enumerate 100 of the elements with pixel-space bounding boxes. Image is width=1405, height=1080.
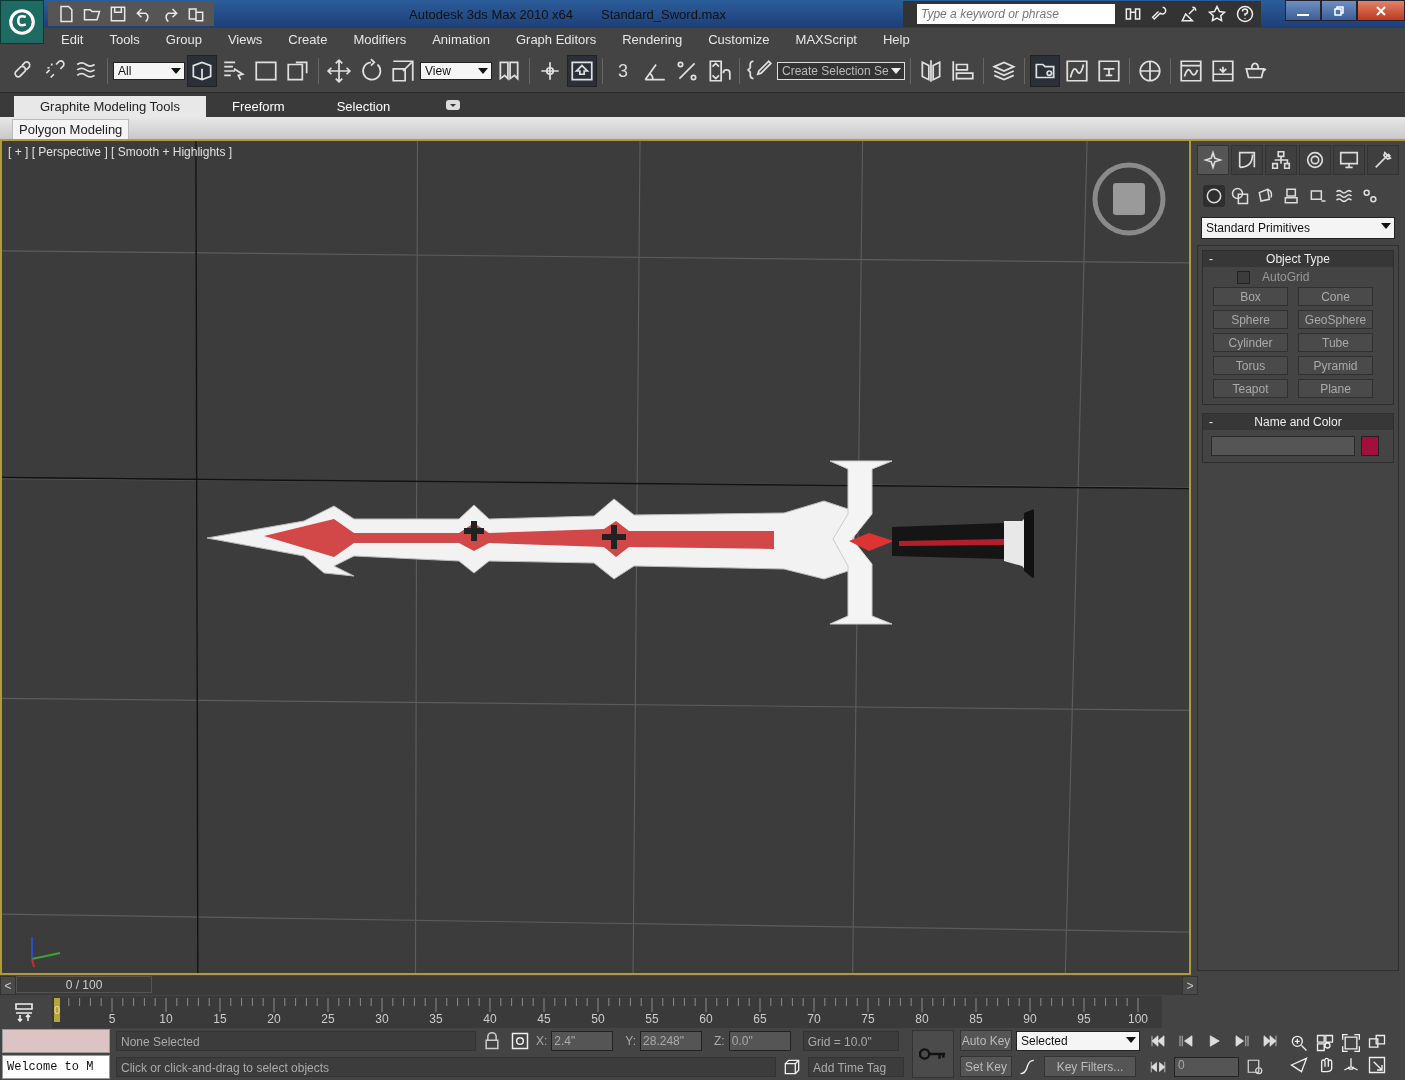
tool-icon <box>1210 58 1236 84</box>
menu-item[interactable]: Views <box>214 31 276 47</box>
tick-label: 60 <box>699 1012 713 1026</box>
panel-tab-icon <box>1372 149 1394 171</box>
viewport-navigation-icon[interactable] <box>1340 1033 1362 1053</box>
primitive-button[interactable]: GeoSphere <box>1298 310 1373 329</box>
track-bar[interactable]: 0 5 10 15 20 25 30 35 40 45 50 55 60 65 70 75 80 85 90 95 100 <box>52 996 1162 1028</box>
menu-item[interactable]: Tools <box>96 31 153 47</box>
tool-icon <box>496 58 522 84</box>
command-panel-tab[interactable] <box>1265 145 1297 175</box>
rollout-header[interactable]: - Object Type <box>1203 251 1393 267</box>
rollout-header[interactable]: - Name and Color <box>1203 414 1393 430</box>
primitive-button[interactable]: Teapot <box>1213 379 1288 398</box>
menu-item[interactable]: Animation <box>419 31 503 47</box>
key-mode-dropdown[interactable]: Selected <box>1016 1030 1140 1051</box>
primitive-button[interactable]: Sphere <box>1213 310 1288 329</box>
primitive-button[interactable]: Box <box>1213 287 1288 306</box>
panel-tab-icon <box>1270 149 1292 171</box>
close-button[interactable] <box>1357 0 1405 21</box>
command-panel-tab[interactable] <box>1367 145 1399 175</box>
ribbon-tab[interactable]: Selection <box>310 96 417 117</box>
current-frame-handle[interactable]: 0 / 100 <box>16 976 152 993</box>
command-panel-tab[interactable] <box>1333 145 1365 175</box>
auto-key-button[interactable]: Auto Key <box>960 1030 1012 1051</box>
color-swatch[interactable] <box>1361 436 1379 456</box>
file-name: Standard_Sword.max <box>601 6 727 22</box>
toolbar-button[interactable] <box>187 55 217 87</box>
quick-access-icon[interactable] <box>108 4 128 24</box>
ribbon-panel-tab[interactable]: Polygon Modeling <box>12 119 130 139</box>
primitives-dropdown[interactable]: Standard Primitives <box>1201 217 1395 239</box>
tick-label: 15 <box>213 1012 227 1026</box>
reference-coordinate-dropdown[interactable]: View <box>420 62 492 80</box>
menu-item[interactable]: Group <box>152 31 215 47</box>
viewport-navigation-icon[interactable] <box>1314 1033 1336 1053</box>
viewport-navigation-icon[interactable] <box>1288 1055 1310 1075</box>
tool-icon <box>285 58 311 84</box>
restore-button[interactable] <box>1321 0 1357 21</box>
app-logo-icon[interactable] <box>0 0 44 44</box>
help-icon[interactable] <box>1235 4 1255 24</box>
menu-item[interactable]: Customize <box>695 31 783 47</box>
menu-item[interactable]: Rendering <box>609 31 696 47</box>
snap-toggle[interactable]: 3 <box>608 55 638 87</box>
tick-label: 90 <box>1023 1012 1037 1026</box>
object-name-field[interactable] <box>1211 436 1355 456</box>
menu-item[interactable]: Modifiers <box>340 31 420 47</box>
menu-item[interactable]: Graph Editors <box>502 31 610 47</box>
tick-label: 5 <box>108 1012 116 1026</box>
tick-label: 75 <box>861 1012 875 1026</box>
next-frame-button[interactable]: > <box>1182 976 1198 995</box>
set-key-button[interactable]: Set Key <box>960 1056 1012 1077</box>
command-panel-tab[interactable] <box>1197 145 1229 175</box>
add-time-tag-button[interactable]: Add Time Tag <box>808 1056 904 1077</box>
viewport-navigation-icon[interactable] <box>1366 1055 1388 1075</box>
viewport-label[interactable]: [ + ] [ Perspective ] [ Smooth + Highlights ] <box>8 145 233 159</box>
tick-label: 80 <box>915 1012 929 1026</box>
menu-item[interactable]: Help <box>870 31 923 47</box>
menu-item[interactable]: Create <box>275 31 341 47</box>
listener-output[interactable]: Welcome to M <box>2 1055 110 1079</box>
autogrid-checkbox[interactable] <box>1237 270 1250 284</box>
command-panel-tab[interactable] <box>1299 145 1331 175</box>
menu-item[interactable]: MAXScript <box>782 31 870 47</box>
listener-field[interactable] <box>2 1029 110 1053</box>
tool-icon <box>706 58 732 84</box>
primitive-button[interactable]: Plane <box>1298 379 1373 398</box>
named-selection-dropdown[interactable]: Create Selection Se <box>777 62 905 80</box>
tick-label: 50 <box>591 1012 605 1026</box>
track-bar-icon[interactable] <box>12 1000 36 1024</box>
grid-size-readout: Grid = 10.0" <box>802 1030 899 1051</box>
tick-label: 35 <box>429 1012 443 1026</box>
selection-filter-dropdown[interactable]: All <box>113 62 185 80</box>
panel-tab-icon <box>1236 149 1258 171</box>
tool-icon <box>1096 58 1122 84</box>
key-filters-button[interactable]: Key Filters... <box>1044 1056 1136 1077</box>
tool-icon <box>950 58 976 84</box>
previous-frame-button[interactable]: < <box>0 976 16 995</box>
star-icon[interactable] <box>1207 4 1227 24</box>
category-button[interactable] <box>1229 185 1251 207</box>
time-configuration-icon[interactable] <box>1245 1057 1265 1076</box>
tick-label: 70 <box>807 1012 821 1026</box>
category-icon <box>1204 186 1224 206</box>
tick-label: 30 <box>375 1012 389 1026</box>
category-button[interactable] <box>1203 185 1225 207</box>
primitive-button[interactable]: Cone <box>1298 287 1373 306</box>
ribbon-tab[interactable]: Graphite Modeling Tools <box>14 96 206 117</box>
toolbar-button[interactable] <box>1030 55 1060 87</box>
minimize-button[interactable] <box>1285 0 1321 21</box>
tick-label: 40 <box>483 1012 497 1026</box>
primitive-button[interactable]: Pyramid <box>1298 356 1373 375</box>
menu-item[interactable]: Edit <box>48 31 97 47</box>
primitive-button[interactable]: Cylinder <box>1213 333 1288 352</box>
viewport[interactable]: [ + ] [ Perspective ] [ Smooth + Highlights ] <box>0 141 1191 975</box>
toolbar-button[interactable] <box>567 55 597 87</box>
command-panel-tab[interactable] <box>1231 145 1263 175</box>
transform-mode-icon[interactable] <box>510 1030 530 1051</box>
lock-icon[interactable] <box>482 1030 502 1051</box>
search-field[interactable]: Type a keyword or phrase <box>917 4 1115 24</box>
ribbon-tab[interactable]: Freeform <box>205 96 311 117</box>
ribbon-menu-icon[interactable] <box>446 100 461 110</box>
primitive-button[interactable]: Tube <box>1298 333 1373 352</box>
primitive-button[interactable]: Torus <box>1213 356 1288 375</box>
